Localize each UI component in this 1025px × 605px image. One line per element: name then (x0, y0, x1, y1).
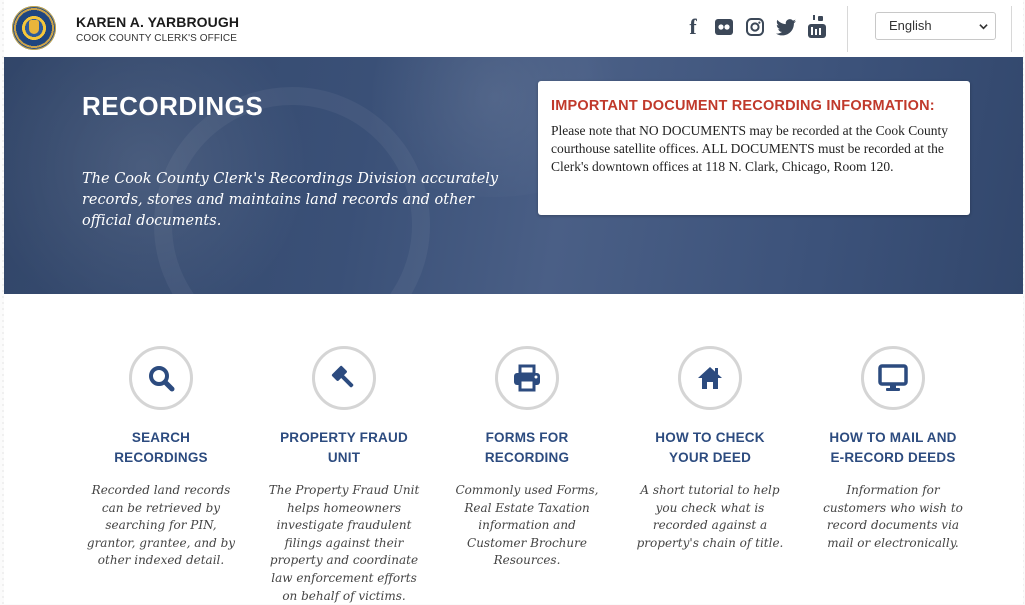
printer-icon[interactable] (495, 346, 559, 410)
service-title-line: UNIT (327, 450, 361, 465)
service-title-line: PROPERTY FRAUD (280, 430, 408, 445)
hero-banner: RECORDINGS The Cook County Clerk's Recor… (4, 57, 1023, 294)
service-search-recordings[interactable]: SEARCH RECORDINGS Recorded land records … (76, 346, 246, 570)
youtube-svg (808, 15, 826, 38)
hero-description: The Cook County Clerk's Recordings Divis… (82, 171, 499, 229)
service-description: The Property Fraud Unit helps homeowners… (268, 483, 420, 603)
service-title[interactable]: FORMS FOR RECORDING (442, 428, 612, 468)
service-title-line: FORMS FOR (485, 430, 569, 445)
service-title[interactable]: SEARCH RECORDINGS (76, 428, 246, 468)
monitor-icon[interactable] (861, 346, 925, 410)
site-header: KAREN A. YARBROUGH COOK COUNTY CLERK'S O… (4, 0, 1023, 57)
youtube-icon[interactable] (806, 15, 828, 38)
chevron-down-icon (979, 24, 988, 30)
language-selected: English (889, 18, 932, 33)
instagram-icon[interactable] (744, 16, 766, 38)
language-select[interactable]: English (875, 12, 996, 40)
social-links: f (682, 13, 828, 41)
flickr-icon[interactable] (713, 16, 735, 38)
gavel-svg (331, 365, 354, 388)
service-description: A short tutorial to help you check what … (636, 483, 784, 550)
facebook-icon[interactable]: f (682, 14, 704, 39)
service-how-to-check-deed[interactable]: HOW TO CHECK YOUR DEED A short tutorial … (625, 346, 795, 552)
service-title[interactable]: PROPERTY FRAUD UNIT (259, 428, 429, 468)
monitor-svg (878, 364, 908, 391)
important-notice-box: IMPORTANT DOCUMENT RECORDING INFORMATION… (538, 81, 970, 215)
service-mail-and-e-record[interactable]: HOW TO MAIL AND E-RECORD DEEDS Informati… (808, 346, 978, 552)
instagram-svg (746, 18, 764, 36)
county-seal-logo[interactable] (12, 6, 56, 50)
header-divider (847, 6, 848, 52)
service-title[interactable]: HOW TO MAIL AND E-RECORD DEEDS (808, 428, 978, 468)
service-description: Information for customers who wish to re… (823, 483, 963, 550)
search-icon[interactable] (129, 346, 193, 410)
printer-svg (514, 364, 540, 392)
service-title-line: SEARCH (131, 430, 191, 445)
service-description: Commonly used Forms, Real Estate Taxatio… (455, 483, 599, 568)
facebook-glyph: f (689, 14, 697, 39)
service-title[interactable]: HOW TO CHECK YOUR DEED (625, 428, 795, 468)
header-divider-right (1011, 6, 1012, 52)
clerk-name[interactable]: KAREN A. YARBROUGH (76, 14, 239, 30)
office-name[interactable]: COOK COUNTY CLERK'S OFFICE (76, 33, 237, 44)
page-container: KAREN A. YARBROUGH COOK COUNTY CLERK'S O… (4, 0, 1023, 604)
service-title-line: E-RECORD DEEDS (830, 450, 956, 465)
service-title-line: RECORDINGS (114, 450, 208, 465)
service-title-line: YOUR DEED (668, 450, 752, 465)
notice-text: Please note that NO DOCUMENTS may be rec… (551, 123, 949, 174)
page-title: RECORDINGS (82, 91, 264, 121)
twitter-svg (776, 18, 796, 35)
service-title-line: HOW TO CHECK (655, 430, 765, 445)
service-title-line: RECORDING (484, 450, 570, 465)
notice-title: IMPORTANT DOCUMENT RECORDING INFORMATION… (551, 98, 935, 114)
home-icon[interactable] (678, 346, 742, 410)
service-property-fraud-unit[interactable]: PROPERTY FRAUD UNIT The Property Fraud U… (259, 346, 429, 605)
twitter-icon[interactable] (775, 16, 797, 38)
service-title-line: HOW TO MAIL AND (829, 430, 957, 445)
services-section: SEARCH RECORDINGS Recorded land records … (4, 294, 1023, 604)
home-svg (698, 367, 722, 389)
gavel-icon[interactable] (312, 346, 376, 410)
service-forms-for-recording[interactable]: FORMS FOR RECORDING Commonly used Forms,… (442, 346, 612, 570)
flickr-svg (715, 19, 733, 35)
service-description: Recorded land records can be retrieved b… (86, 483, 236, 568)
search-svg (149, 366, 175, 392)
